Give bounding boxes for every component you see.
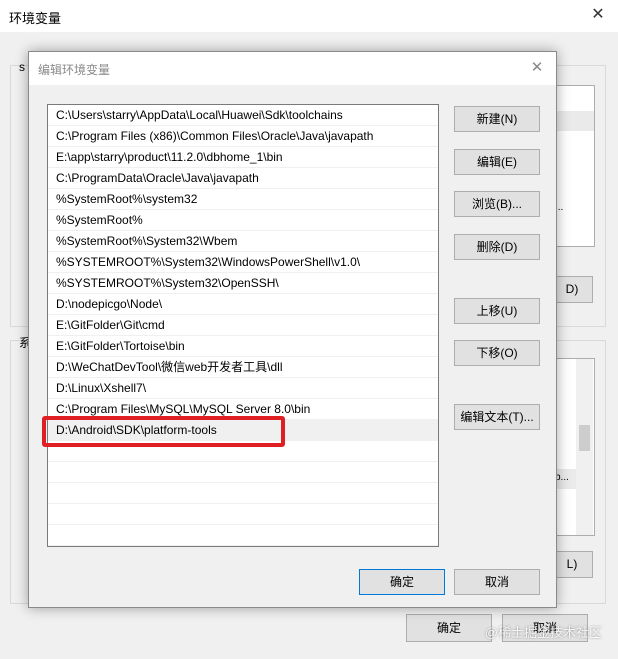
bg-window-title: 环境变量 [9,11,62,26]
path-text: D:\nodepicgo\Node\ [56,297,163,311]
path-text: C:\ProgramData\Oracle\Java\javapath [56,171,259,185]
bg-ok-label: 确定 [436,621,461,635]
path-list-item[interactable]: C:\Users\starry\AppData\Local\Huawei\Sdk… [48,105,438,126]
edit-text-button-label: 编辑文本(T)... [460,410,534,424]
path-text: %SystemRoot%\System32\Wbem [56,234,238,248]
edit-button-label: 编辑(E) [477,155,517,169]
user-group-label: s [19,60,25,74]
path-list[interactable]: C:\Users\starry\AppData\Local\Huawei\Sdk… [47,104,439,547]
path-list-item[interactable]: E:\app\starry\product\11.2.0\dbhome_1\bi… [48,147,438,168]
browse-button[interactable]: 浏览(B)... [454,191,540,217]
dialog-close-icon[interactable]: ✕ [527,58,547,78]
path-text: E:\GitFolder\Tortoise\bin [56,339,185,353]
scrollbar-thumb[interactable] [579,425,590,451]
system-row-ellipsis: b... [555,472,569,483]
path-text: %SystemRoot% [56,213,143,227]
user-list-selected-row [556,111,594,131]
path-list-item[interactable]: D:\Linux\Xshell7\ [48,378,438,399]
move-up-button[interactable]: 上移(U) [454,298,540,324]
user-delete-button[interactable]: D) [551,276,593,303]
user-variables-list[interactable] [555,85,595,247]
delete-button[interactable]: 删除(D) [454,234,540,260]
empty-list-row[interactable] [48,525,438,546]
edit-button[interactable]: 编辑(E) [454,149,540,175]
path-list-item[interactable]: %SYSTEMROOT%\System32\WindowsPowerShell\… [48,252,438,273]
path-text: C:\Users\starry\AppData\Local\Huawei\Sdk… [56,108,343,122]
path-text: C:\Program Files\MySQL\MySQL Server 8.0\… [56,402,311,416]
ok-button[interactable]: 确定 [359,569,445,595]
watermark-text: @稀土掘金技术社区 [484,625,602,640]
ok-button-label: 确定 [389,575,414,589]
path-text: E:\GitFolder\Git\cmd [56,318,165,332]
path-list-item[interactable]: %SYSTEMROOT%\System32\OpenSSH\ [48,273,438,294]
bg-close-icon[interactable]: ✕ [588,5,608,25]
user-delete-label: D) [565,282,579,296]
bg-ok-button[interactable]: 确定 [406,614,492,642]
new-button-label: 新建(N) [476,112,518,126]
cancel-button-label: 取消 [484,575,509,589]
path-list-item[interactable]: C:\ProgramData\Oracle\Java\javapath [48,168,438,189]
cancel-button[interactable]: 取消 [454,569,540,595]
path-list-item[interactable]: %SystemRoot%\system32 [48,189,438,210]
path-list-item[interactable]: %SystemRoot%\System32\Wbem [48,231,438,252]
empty-list-row[interactable] [48,462,438,483]
empty-list-row[interactable] [48,483,438,504]
browse-button-label: 浏览(B)... [472,197,522,211]
path-text: %SYSTEMROOT%\System32\WindowsPowerShell\… [56,255,361,269]
move-down-button-label: 下移(O) [476,346,518,360]
path-text: D:\WeChatDevTool\微信web开发者工具\dll [56,360,283,374]
move-down-button[interactable]: 下移(O) [454,340,540,366]
edit-environment-variable-dialog: 编辑环境变量 ✕ C:\Users\starry\AppData\Local\H… [28,51,557,608]
system-variables-list[interactable] [555,358,595,536]
delete-button-label: 删除(D) [476,240,518,254]
path-list-item[interactable]: D:\WeChatDevTool\微信web开发者工具\dll [48,357,438,378]
move-up-button-label: 上移(U) [476,304,518,318]
dialog-title: 编辑环境变量 [38,63,111,77]
path-text: D:\Linux\Xshell7\ [56,381,147,395]
new-button[interactable]: 新建(N) [454,106,540,132]
path-text: %SystemRoot%\system32 [56,192,198,206]
bg-titlebar: 环境变量 ✕ [0,0,618,32]
edit-text-button[interactable]: 编辑文本(T)... [454,404,540,430]
path-list-item[interactable]: E:\GitFolder\Tortoise\bin [48,336,438,357]
dialog-titlebar: 编辑环境变量 ✕ [29,52,556,85]
system-list-scrollbar[interactable] [576,359,593,535]
empty-list-row[interactable] [48,504,438,525]
system-delete-label: L) [566,557,578,571]
path-list-item[interactable]: D:\nodepicgo\Node\ [48,294,438,315]
path-list-item[interactable]: E:\GitFolder\Git\cmd [48,315,438,336]
path-text: E:\app\starry\product\11.2.0\dbhome_1\bi… [56,150,283,164]
path-text: %SYSTEMROOT%\System32\OpenSSH\ [56,276,279,290]
path-list-item[interactable]: %SystemRoot% [48,210,438,231]
system-delete-button[interactable]: L) [551,551,593,578]
path-list-item[interactable]: C:\Program Files (x86)\Common Files\Orac… [48,126,438,147]
highlight-annotation-box [42,416,285,447]
path-text: C:\Program Files (x86)\Common Files\Orac… [56,129,374,143]
